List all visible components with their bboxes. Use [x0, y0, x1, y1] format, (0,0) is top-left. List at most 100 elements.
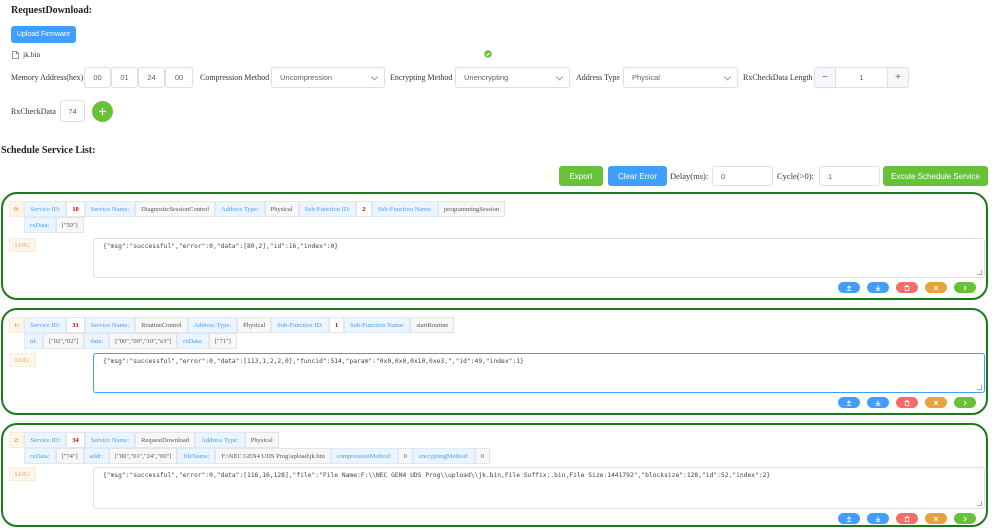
clear-button[interactable]: [925, 513, 947, 524]
service-card-1: 1: Service ID: 31 Service Name: RoutineCont…: [1, 308, 988, 415]
log-label: LOG:: [9, 238, 37, 252]
encrypting-method-value: Unencrypting: [464, 73, 509, 82]
resize-handle[interactable]: [977, 501, 982, 506]
delete-button[interactable]: [896, 397, 918, 408]
param-key: Service ID:: [24, 201, 67, 217]
increment-button[interactable]: +: [887, 67, 909, 88]
uploaded-file[interactable]: jk.bin: [12, 50, 40, 59]
address-type-label: Address Type: [576, 73, 620, 82]
param-key: compressionMethod:: [330, 448, 398, 464]
memory-address-label: Memory Address(hex): [11, 73, 84, 82]
move-up-button[interactable]: [838, 513, 860, 524]
move-down-button[interactable]: [867, 282, 889, 293]
clear-button[interactable]: [925, 282, 947, 293]
param-value: F:\NEC GEN4 UDS Prog\upload\jk.bin: [215, 448, 331, 464]
move-down-button[interactable]: [867, 397, 889, 408]
param-value: ["00","00","10","e3"]: [109, 333, 178, 349]
log-textarea[interactable]: {"msg":"successful","error":0,"data":[11…: [93, 467, 985, 509]
delete-button[interactable]: [896, 282, 918, 293]
param-key: id:: [24, 333, 43, 349]
execute-schedule-button[interactable]: Excute Schedule Service: [883, 166, 988, 186]
log-text: {"msg":"successful","error":0,"data":[11…: [103, 472, 771, 479]
run-button[interactable]: [954, 282, 976, 293]
cycle-input[interactable]: 1: [819, 166, 880, 186]
close-icon: [933, 400, 939, 405]
param-key: data:: [84, 333, 110, 349]
add-rx-check-data-button[interactable]: [92, 101, 113, 122]
address-type-value: Physical: [632, 73, 660, 82]
upload-firmware-button[interactable]: Upload Firmware: [11, 26, 76, 43]
service-params-row: rxData: ["50"]: [24, 217, 84, 233]
download-icon: [875, 285, 881, 291]
delete-icon: [904, 515, 910, 522]
param-key: Service Name:: [84, 201, 136, 217]
service-card-0: 0: Service ID: 10 Service Name: DiagnosticS…: [1, 192, 988, 300]
resize-handle[interactable]: [977, 385, 982, 390]
check-circle-icon: [484, 50, 492, 58]
service-index: 1:: [9, 317, 25, 333]
param-key: Sub-Function Name:: [371, 201, 438, 217]
move-down-button[interactable]: [867, 513, 889, 524]
uploaded-file-name: jk.bin: [23, 50, 41, 59]
file-icon: [12, 50, 19, 59]
param-value: ["50"]: [55, 217, 84, 233]
close-icon: [933, 285, 939, 290]
param-value: DiagnosticSessionControl: [135, 201, 216, 217]
service-info-row: 2: Service ID: 34 Service Name: RequestDown…: [9, 432, 279, 448]
memory-byte-2[interactable]: 24: [138, 67, 165, 88]
encrypting-method-select[interactable]: Unencrypting: [455, 67, 570, 88]
service-card-2: 2: Service ID: 34 Service Name: RequestDown…: [1, 423, 988, 527]
param-key: addr:: [83, 448, 109, 464]
memory-byte-0[interactable]: 00: [84, 67, 111, 88]
clear-button[interactable]: [925, 397, 947, 408]
rx-check-length-stepper[interactable]: − 1 +: [814, 67, 909, 88]
delay-label: Delay(ms):: [670, 171, 709, 181]
log-text: {"msg":"successful","error":0,"data":[11…: [103, 358, 524, 365]
delete-icon: [904, 284, 910, 291]
cycle-label: Cycle(>0):: [777, 171, 814, 181]
param-value: 0: [474, 448, 490, 464]
run-button[interactable]: [954, 397, 976, 408]
param-key: rxData:: [24, 217, 56, 233]
upload-icon: [846, 399, 852, 406]
param-key: Service Name:: [84, 432, 136, 448]
delete-button[interactable]: [896, 513, 918, 524]
param-key: fileName:: [177, 448, 216, 464]
param-key: Address Type:: [195, 432, 245, 448]
move-up-button[interactable]: [838, 282, 860, 293]
decrement-button[interactable]: −: [814, 67, 836, 88]
download-icon: [875, 400, 881, 406]
delete-icon: [904, 399, 910, 406]
service-actions: [838, 282, 976, 293]
rx-check-data-input[interactable]: 74: [60, 100, 85, 122]
compression-method-value: Uncompression: [280, 73, 333, 82]
param-value: ["02","02"]: [42, 333, 85, 349]
param-key: Sub-Function ID:: [271, 317, 329, 333]
move-up-button[interactable]: [838, 397, 860, 408]
compression-method-label: Compression Method: [200, 73, 270, 82]
param-key: rxData:: [24, 448, 56, 464]
schedule-service-title: Schedule Service List:: [1, 145, 96, 156]
compression-method-select[interactable]: Uncompression: [271, 67, 385, 88]
delay-input[interactable]: 0: [712, 166, 773, 186]
resize-handle[interactable]: [977, 270, 982, 275]
log-textarea[interactable]: {"msg":"successful","error":0,"data":[80…: [93, 238, 985, 278]
memory-byte-1[interactable]: 01: [111, 67, 138, 88]
log-textarea[interactable]: {"msg":"successful","error":0,"data":[11…: [93, 353, 985, 393]
rx-check-length-input[interactable]: 1: [836, 67, 887, 88]
chevron-down-icon: [723, 72, 732, 81]
chevron-down-icon: [370, 72, 379, 81]
run-button[interactable]: [954, 513, 976, 524]
export-button[interactable]: Export: [559, 166, 603, 186]
play-icon: [963, 516, 967, 521]
memory-byte-3[interactable]: 00: [165, 67, 193, 88]
param-value: 0: [397, 448, 413, 464]
param-key: encryptingMethod:: [412, 448, 475, 464]
clear-error-button[interactable]: Clear Error: [608, 166, 667, 186]
service-info-row: 1: Service ID: 31 Service Name: RoutineCont…: [9, 317, 455, 333]
upload-icon: [846, 284, 852, 291]
address-type-select[interactable]: Physical: [623, 67, 738, 88]
service-index: 0:: [9, 201, 25, 217]
param-key: rxData:: [177, 333, 209, 349]
param-key: Sub-Function Name:: [344, 317, 411, 333]
